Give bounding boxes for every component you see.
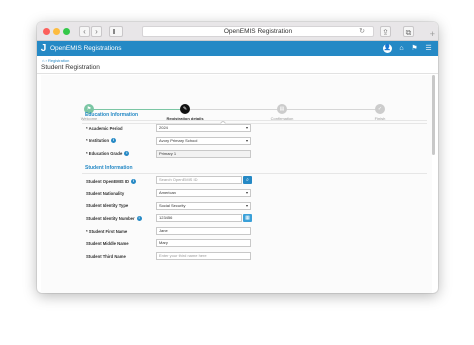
chevron-down-icon: ▾ (245, 190, 248, 195)
wizard-progress-done (89, 109, 184, 110)
menu-icon[interactable]: ☰ (424, 44, 433, 53)
forward-arrow-icon[interactable]: › (91, 26, 102, 37)
tabs-overview-icon[interactable]: ⧉ (403, 26, 414, 37)
chevron-down-icon: ▾ (245, 203, 248, 208)
student-openemis-id-placeholder: Search OpenEMIS ID (159, 177, 198, 182)
share-icon[interactable]: ⇪ (380, 26, 391, 37)
education-grade-field[interactable]: Primary 1 (156, 150, 251, 158)
close-window-button[interactable] (43, 28, 50, 35)
student-first-name-input[interactable]: Jane (156, 227, 251, 235)
student-middle-name-value: Mary (159, 240, 168, 245)
student-nationality-label: Student Nationality (86, 191, 125, 196)
page-title: Student Registration (41, 64, 100, 71)
user-avatar-icon[interactable]: 👤 (383, 44, 392, 53)
app-title: OpenEMIS Registrations (50, 45, 122, 52)
student-middle-name-label: Student Middle Name (86, 241, 129, 246)
student-third-name-label: Student Third Name (86, 254, 126, 259)
academic-period-value: 2024 (159, 125, 168, 130)
student-identity-number-label: Student Identity Number i (86, 216, 142, 222)
title-divider (37, 73, 438, 74)
student-identity-type-label: Student Identity Type (86, 203, 129, 208)
browser-window: ‹ › OpenEMIS Registration ↻ ⇪ ⧉ + J Open… (37, 22, 438, 293)
student-openemis-id-label: Student OpenEMIS ID i (86, 179, 137, 185)
address-bar[interactable]: OpenEMIS Registration ↻ (142, 26, 374, 37)
new-tab-icon[interactable]: + (430, 29, 435, 39)
calendar-button[interactable]: ▦ (243, 214, 252, 222)
wizard-step-confirmation-icon[interactable]: ▤ (277, 104, 287, 114)
student-identity-number-value: 123456 (159, 215, 173, 220)
app-header: J OpenEMIS Registrations 👤 ⌂ ⚑ ☰ (37, 41, 438, 56)
sidebar-toggle-icon[interactable] (109, 26, 123, 37)
back-arrow-icon[interactable]: ‹ (79, 26, 90, 37)
search-button[interactable]: ⌕ (243, 176, 252, 184)
student-nationality-value: American (159, 190, 176, 195)
education-section-heading: Education Information (85, 112, 139, 118)
institution-value: Avory Primary School (159, 138, 198, 143)
institution-label: * Institution i (86, 138, 117, 144)
chevron-down-icon: ▾ (245, 138, 248, 143)
info-icon[interactable]: i (111, 138, 117, 144)
student-middle-name-input[interactable]: Mary (156, 239, 251, 247)
student-identity-type-select[interactable]: Social Security ▾ (156, 202, 251, 210)
student-section-heading: Student Information (85, 165, 133, 171)
zoom-window-button[interactable] (63, 28, 70, 35)
student-third-name-placeholder: Enter your third name here (159, 253, 207, 258)
openemis-logo-icon: J (40, 43, 47, 54)
minimize-window-button[interactable] (53, 28, 60, 35)
student-section-divider (82, 173, 427, 174)
address-bar-title: OpenEMIS Registration (223, 28, 293, 35)
info-icon[interactable]: i (124, 151, 130, 157)
student-nationality-select[interactable]: American ▾ (156, 189, 251, 197)
student-openemis-id-input[interactable]: Search OpenEMIS ID (156, 176, 242, 184)
student-first-name-label: * Student First Name (86, 229, 128, 234)
education-section-divider (82, 120, 427, 121)
chevron-down-icon: ▾ (245, 125, 248, 130)
info-icon[interactable]: i (131, 179, 137, 185)
education-grade-label: * Education Grade i (86, 151, 130, 157)
wizard-step-finish-icon[interactable]: ✓ (375, 104, 385, 114)
info-icon[interactable]: i (136, 216, 142, 222)
institution-select[interactable]: Avory Primary School ▾ (156, 137, 251, 145)
wizard-step-registration-icon[interactable]: ✎ (180, 104, 190, 114)
education-grade-value: Primary 1 (159, 151, 177, 156)
student-identity-number-input[interactable]: 123456 (156, 214, 242, 222)
search-icon: ⌕ (246, 177, 249, 183)
student-first-name-value: Jane (159, 228, 168, 233)
scrollbar-thumb[interactable] (432, 75, 435, 155)
calendar-icon: ▦ (245, 215, 250, 221)
academic-period-label: * Academic Period (86, 126, 123, 131)
student-third-name-input[interactable]: Enter your third name here (156, 252, 251, 260)
student-identity-type-value: Social Security (159, 203, 186, 208)
reload-icon[interactable]: ↻ (359, 27, 365, 37)
browser-toolbar: ‹ › OpenEMIS Registration ↻ ⇪ ⧉ + (37, 22, 438, 41)
breadcrumb[interactable]: ⌂ › Registration (42, 58, 69, 63)
wizard-divider (82, 123, 427, 124)
academic-period-select[interactable]: 2024 ▾ (156, 124, 251, 132)
home-icon[interactable]: ⌂ (397, 44, 406, 53)
flag-icon[interactable]: ⚑ (410, 44, 419, 53)
